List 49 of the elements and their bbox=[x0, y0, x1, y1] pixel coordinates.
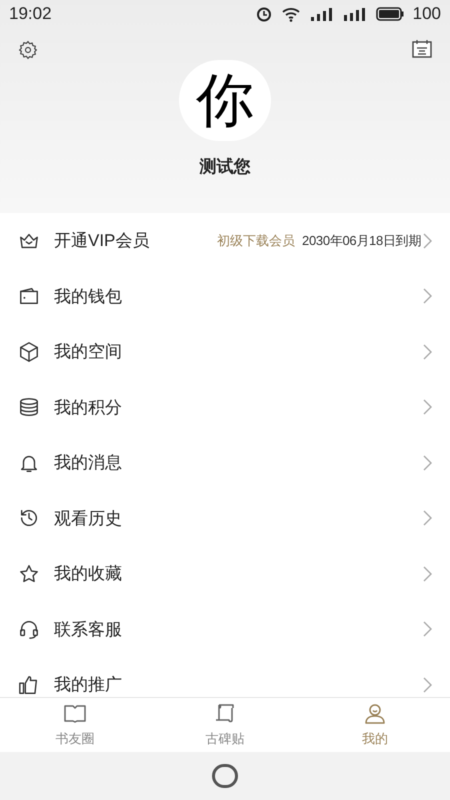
expiry-date: 2030年06月18日到期 bbox=[302, 232, 421, 250]
menu-item[interactable]: 我的空间 bbox=[0, 324, 450, 380]
chevron-right-icon bbox=[423, 454, 432, 471]
thumbs-up-icon bbox=[18, 674, 40, 696]
signal-icon bbox=[342, 7, 367, 21]
chevron-right-icon bbox=[423, 621, 432, 638]
menu-item[interactable]: 开通VIP会员 初级下载会员 2030年06月18日到期 bbox=[0, 213, 450, 268]
menu-item[interactable]: 观看历史 bbox=[0, 490, 450, 546]
menu-label: 观看历史 bbox=[54, 508, 122, 530]
battery-icon bbox=[376, 7, 404, 21]
calendar-icon[interactable] bbox=[412, 40, 432, 58]
menu-label: 我的收藏 bbox=[54, 563, 122, 585]
menu-label: 我的钱包 bbox=[54, 286, 122, 308]
battery-level: 100 bbox=[412, 3, 441, 26]
menu-item[interactable]: 我的推广 bbox=[0, 657, 450, 697]
signal-icon bbox=[310, 7, 334, 21]
menu-label: 我的消息 bbox=[54, 452, 122, 474]
tab[interactable]: 我的 bbox=[300, 698, 450, 752]
chevron-right-icon bbox=[423, 566, 432, 582]
menu-label: 联系客服 bbox=[54, 618, 122, 640]
menu-label: 我的积分 bbox=[54, 396, 122, 418]
alarm-icon bbox=[256, 6, 272, 22]
menu-item[interactable]: 联系客服 bbox=[0, 602, 450, 657]
chevron-right-icon bbox=[423, 676, 432, 693]
headset-icon bbox=[18, 618, 40, 640]
chevron-right-icon bbox=[423, 344, 432, 360]
coin-stack-icon bbox=[18, 396, 40, 418]
user-name: 测试您 bbox=[200, 156, 250, 178]
status-time: 19:02 bbox=[9, 3, 52, 26]
avatar: 你 bbox=[179, 60, 271, 141]
chevron-right-icon bbox=[423, 399, 432, 416]
home-button[interactable] bbox=[212, 764, 238, 788]
star-icon bbox=[18, 562, 40, 585]
menu-label: 我的空间 bbox=[54, 341, 122, 363]
membership-level: 初级下载会员 bbox=[217, 232, 296, 250]
chevron-right-icon bbox=[423, 288, 432, 304]
menu-label: 我的推广 bbox=[54, 674, 122, 696]
chevron-right-icon bbox=[423, 510, 432, 526]
tab[interactable]: 书友圈 bbox=[0, 698, 150, 752]
menu-item[interactable]: 我的钱包 bbox=[0, 268, 450, 324]
cube-icon bbox=[18, 340, 40, 363]
chevron-right-icon bbox=[423, 232, 432, 249]
menu-label: 开通VIP会员 bbox=[54, 230, 150, 252]
menu-item[interactable]: 我的积分 bbox=[0, 380, 450, 435]
wifi-icon bbox=[280, 6, 301, 22]
tab[interactable]: 古碑贴 bbox=[150, 698, 300, 752]
menu-item[interactable]: 我的收藏 bbox=[0, 546, 450, 602]
menu-item[interactable]: 我的消息 bbox=[0, 435, 450, 490]
settings-icon[interactable] bbox=[18, 40, 38, 60]
